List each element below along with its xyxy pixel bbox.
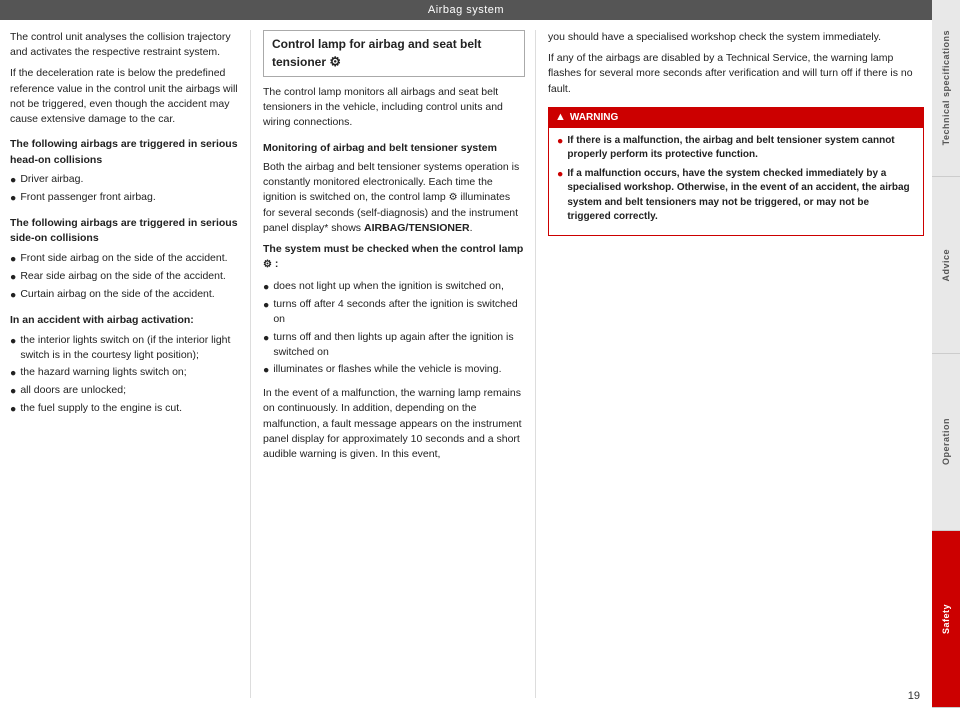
bullet-text: the interior lights switch on (if the in… [20, 333, 240, 363]
bullet-icon: ● [263, 280, 269, 295]
bullet-text: Rear side airbag on the side of the acci… [20, 269, 225, 285]
bullet-text: the fuel supply to the engine is cut. [20, 401, 182, 417]
warning-bullet-2: ● If a malfunction occurs, have the syst… [557, 167, 915, 225]
bullet-text: Driver airbag. [20, 172, 83, 188]
bullet-icon: ● [10, 366, 16, 381]
col-right: you should have a specialised workshop c… [535, 30, 924, 698]
list-item: ● Driver airbag. [10, 172, 240, 188]
sidebar-tab-advice[interactable]: Advice [932, 177, 960, 354]
header-bar: Airbag system [0, 0, 932, 20]
list-item: ● the fuel supply to the engine is cut. [10, 401, 240, 417]
warning-bullet-dot-2: ● [557, 167, 563, 225]
warning-bullet-dot: ● [557, 134, 563, 163]
system-check-heading: The system must be checked when the cont… [263, 242, 525, 273]
list-item: ● the interior lights switch on (if the … [10, 333, 240, 363]
bullet-text: Curtain airbag on the side of the accide… [20, 287, 214, 303]
bullet-icon: ● [10, 334, 16, 363]
bullet-text: Front side airbag on the side of the acc… [20, 251, 227, 267]
sidebar-tab-operation[interactable]: Operation [932, 354, 960, 531]
warning-triangle-icon: ▲ [555, 110, 566, 126]
content-area: The control unit analyses the collision … [0, 20, 932, 708]
side-heading: The following airbags are triggered in s… [10, 216, 240, 246]
bullet-text: all doors are unlocked; [20, 383, 126, 399]
header-title: Airbag system [428, 4, 504, 16]
col-left: The control unit analyses the collision … [10, 30, 240, 698]
warning-label: WARNING [570, 111, 618, 126]
sidebar-tab-label-operation: Operation [941, 418, 951, 465]
list-item: ● all doors are unlocked; [10, 383, 240, 399]
sidebar-tab-label-advice: Advice [941, 249, 951, 282]
sidebar-tab-technical[interactable]: Technical specifications [932, 0, 960, 177]
list-item: ● turns off and then lights up again aft… [263, 330, 525, 360]
bullet-icon: ● [10, 270, 16, 285]
warning-box: ▲ WARNING ● If there is a malfunction, t… [548, 107, 924, 236]
bullet-text: illuminates or flashes while the vehicle… [273, 362, 501, 378]
bullet-text: does not light up when the ignition is s… [273, 279, 504, 295]
list-item: ● Front passenger front airbag. [10, 190, 240, 206]
bullet-text: the hazard warning lights switch on; [20, 365, 186, 381]
section-title-box: Control lamp for airbag and seat belt te… [263, 30, 525, 77]
malfunction-text: In the event of a malfunction, the warni… [263, 386, 525, 462]
bullet-icon: ● [10, 402, 16, 417]
list-item: ● the hazard warning lights switch on; [10, 365, 240, 381]
airbag-icon: ⚙ [329, 54, 341, 69]
bullet-icon: ● [10, 173, 16, 188]
bullet-icon: ● [263, 331, 269, 360]
warning-header: ▲ WARNING [549, 108, 923, 128]
continues-text: you should have a specialised workshop c… [548, 30, 924, 45]
head-on-heading: The following airbags are triggered in s… [10, 137, 240, 167]
col-middle: Control lamp for airbag and seat belt te… [250, 30, 525, 698]
list-item: ● turns off after 4 seconds after the ig… [263, 297, 525, 327]
disabled-text: If any of the airbags are disabled by a … [548, 51, 924, 97]
intro-text: The control unit analyses the collision … [10, 30, 240, 60]
bullet-icon: ● [10, 384, 16, 399]
list-item: ● Curtain airbag on the side of the acci… [10, 287, 240, 303]
bullet-icon: ● [263, 363, 269, 378]
bullet-icon: ● [10, 191, 16, 206]
deceleration-text: If the deceleration rate is below the pr… [10, 66, 240, 127]
section-title: Control lamp for airbag and seat belt te… [272, 36, 516, 71]
sidebar-tab-label-safety: Safety [941, 604, 951, 634]
list-item: ● illuminates or flashes while the vehic… [263, 362, 525, 378]
bullet-text: turns off after 4 seconds after the igni… [273, 297, 525, 327]
bullet-text: turns off and then lights up again after… [273, 330, 525, 360]
monitoring-text: Both the airbag and belt tensioner syste… [263, 160, 525, 236]
warning-bullet-1: ● If there is a malfunction, the airbag … [557, 134, 915, 163]
bullet-text: Front passenger front airbag. [20, 190, 155, 206]
bullet-icon: ● [263, 298, 269, 327]
warning-text-2: If a malfunction occurs, have the system… [567, 167, 915, 225]
monitoring-heading: Monitoring of airbag and belt tensioner … [263, 141, 525, 156]
middle-intro: The control lamp monitors all airbags an… [263, 85, 525, 131]
list-item: ● Front side airbag on the side of the a… [10, 251, 240, 267]
accident-heading: In an accident with airbag activation: [10, 313, 240, 328]
list-item: ● Rear side airbag on the side of the ac… [10, 269, 240, 285]
list-item: ● does not light up when the ignition is… [263, 279, 525, 295]
sidebar-tab-safety[interactable]: Safety [932, 531, 960, 708]
bullet-icon: ● [10, 288, 16, 303]
bullet-icon: ● [10, 252, 16, 267]
main-content: Airbag system The control unit analyses … [0, 0, 932, 708]
sidebar-tab-label-technical: Technical specifications [941, 30, 951, 145]
sidebar: Technical specifications Advice Operatio… [932, 0, 960, 708]
warning-text-1: If there is a malfunction, the airbag an… [567, 134, 915, 163]
page-number: 19 [908, 690, 920, 702]
